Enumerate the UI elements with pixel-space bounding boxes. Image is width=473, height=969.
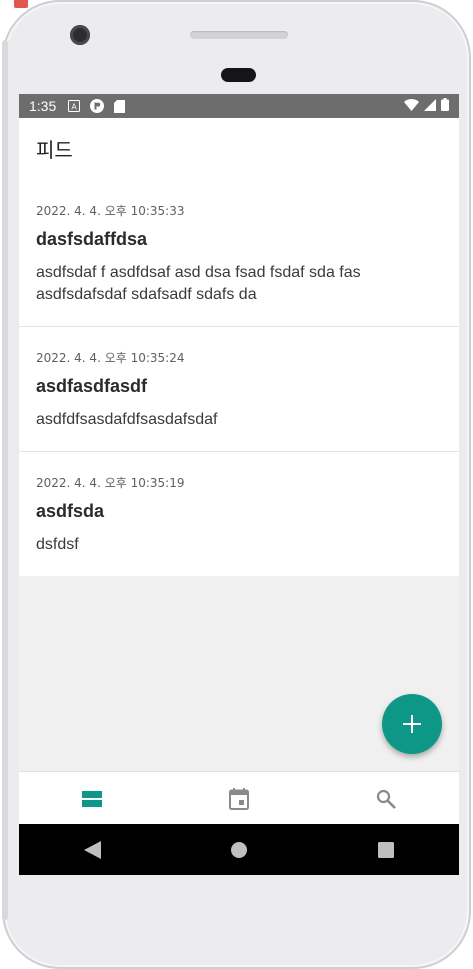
svg-text:A: A (72, 103, 78, 112)
home-icon (230, 841, 247, 858)
wifi-icon (404, 98, 419, 114)
system-back-button[interactable] (72, 830, 112, 870)
app-bar: 피드 (19, 118, 459, 178)
calendar-icon (229, 787, 249, 810)
earpiece-speaker (190, 31, 288, 39)
plus-icon (403, 715, 421, 733)
post-body: asdfsdaf f asdfdsaf asd dsa fsad fsdaf s… (36, 264, 361, 303)
post-date: 2022. 4. 4. 오후 10:35:19 (36, 476, 185, 490)
post-body: dsfdsf (36, 536, 79, 553)
post-date: 2022. 4. 4. 오후 10:35:33 (36, 204, 185, 218)
nav-item-calendar[interactable] (166, 772, 313, 825)
status-indicators (404, 98, 449, 114)
post-body: asdfdfsasdafdfsasdafsdaf (36, 411, 218, 428)
feed-item[interactable]: 2022. 4. 4. 오후 10:35:33 dasfsdaffdsa asd… (19, 178, 459, 326)
front-camera (70, 25, 90, 45)
status-bar: 1:35 A (19, 94, 459, 118)
system-recents-button[interactable] (366, 830, 406, 870)
emulator-stage: 1:35 A 피드 2022. 4. 4. 오후 10:35:33 dasfsd… (0, 0, 473, 969)
recents-icon (377, 841, 394, 858)
bottom-navigation (19, 771, 459, 825)
post-title: dasfsdaffdsa (36, 229, 148, 249)
post-title: asdfsda (36, 501, 105, 521)
a-badge-icon: A (68, 100, 81, 112)
signal-icon (424, 98, 436, 114)
system-home-button[interactable] (219, 830, 259, 870)
nav-item-feed[interactable] (19, 772, 166, 825)
feed-icon (82, 790, 103, 807)
page-title: 피드 (36, 137, 73, 162)
status-time: 1:35 (29, 98, 57, 114)
proximity-sensor (221, 68, 256, 82)
battery-icon (441, 98, 449, 114)
feed-item[interactable]: 2022. 4. 4. 오후 10:35:24 asdfasdfasdf asd… (19, 326, 459, 451)
nav-item-search[interactable] (312, 772, 459, 825)
p-badge-icon (90, 99, 105, 113)
post-title: asdfasdfasdf (36, 376, 148, 396)
search-icon (376, 789, 396, 809)
device-screen: 1:35 A 피드 2022. 4. 4. 오후 10:35:33 dasfsd… (19, 94, 459, 875)
window-corner-icon (14, 0, 28, 8)
feed-item[interactable]: 2022. 4. 4. 오후 10:35:19 asdfsda dsfdsf (19, 451, 459, 576)
feed-list: 2022. 4. 4. 오후 10:35:33 dasfsdaffdsa asd… (19, 178, 459, 576)
back-icon (83, 840, 101, 859)
add-post-button[interactable] (382, 694, 442, 754)
phone-side-edge (2, 40, 8, 920)
post-date: 2022. 4. 4. 오후 10:35:24 (36, 351, 185, 365)
sd-card-icon (114, 99, 126, 113)
system-navigation-bar (19, 824, 459, 875)
